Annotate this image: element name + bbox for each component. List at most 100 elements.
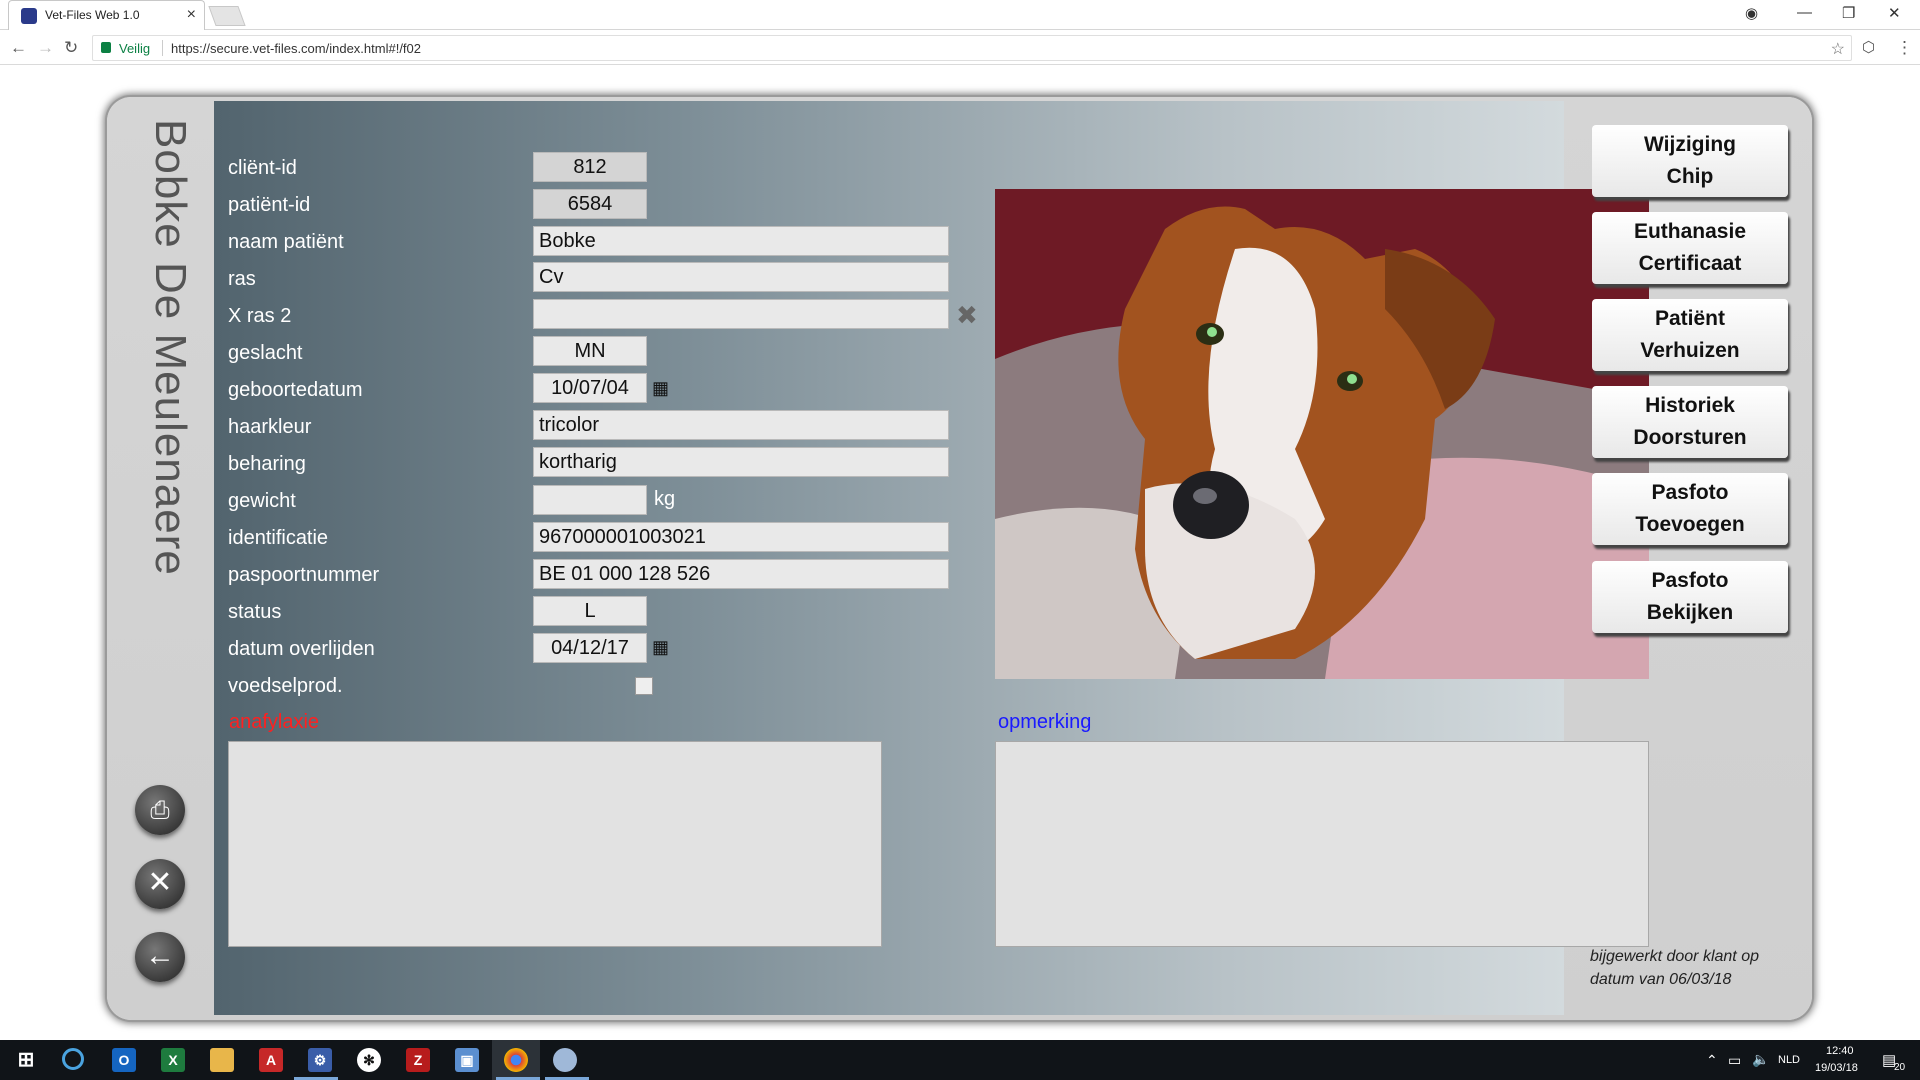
change-chip-line2: Chip	[1666, 165, 1714, 188]
restore-icon[interactable]: ❐	[1842, 4, 1855, 22]
forward-icon[interactable]: →	[37, 38, 54, 58]
updated-note: bijgewerkt door klant op datum van 06/03…	[1590, 948, 1759, 988]
address-bar[interactable]: Veilig https://secure.vet-files.com/inde…	[92, 35, 1852, 61]
browser-tabbar: Vet-Files Web 1.0 × ◉ — ❐ ✕	[0, 0, 1920, 30]
forward-history-button[interactable]: Historiek Doorsturen	[1592, 386, 1788, 458]
hair-color-input[interactable]: tricolor	[533, 410, 949, 440]
death-date-label: datum overlijden	[228, 638, 375, 660]
patient-id-label: patiënt-id	[228, 194, 311, 216]
excel-icon[interactable]: X	[161, 1048, 185, 1072]
add-photo-button[interactable]: Pasfoto Toevoegen	[1592, 473, 1788, 545]
breed2-input[interactable]	[533, 299, 949, 329]
tab-close-icon[interactable]: ×	[187, 6, 196, 24]
access-icon[interactable]: A	[259, 1048, 283, 1072]
hair-color-label: haarkleur	[228, 416, 312, 438]
breed2-label: X ras 2	[228, 305, 292, 327]
action-panel: Wijziging Chip Euthanasie Certificaat Pa…	[1564, 97, 1812, 1020]
address-divider	[162, 40, 163, 56]
windows-taskbar: ⊞ O X A ⚙ ✻ Z ▣ ⌃ ▭ 🔈 NLD 12:40 19/03/18…	[0, 1040, 1920, 1080]
death-date-input[interactable]: 04/12/17	[533, 633, 647, 663]
status-label: status	[228, 601, 282, 623]
remark-textarea[interactable]	[995, 741, 1649, 947]
sex-input[interactable]: MN	[533, 336, 647, 366]
weight-unit: kg	[654, 488, 676, 510]
food-prod-checkbox[interactable]	[635, 677, 653, 695]
death-date-calendar-icon[interactable]: ▦	[652, 638, 670, 656]
cortana-icon[interactable]	[62, 1048, 84, 1070]
printer-button[interactable]: ⎙	[135, 785, 185, 835]
network-icon[interactable]: ▭	[1728, 1052, 1741, 1069]
patient-name-input[interactable]: Bobke	[533, 226, 949, 256]
clear-breed2-icon[interactable]: ✖	[956, 300, 978, 331]
vetfiles-app-icon[interactable]	[553, 1048, 577, 1072]
vetfiles-favicon-icon	[21, 8, 37, 24]
forward-history-line2: Doorsturen	[1633, 426, 1747, 449]
patient-form-panel: cliënt-id patiënt-id naam patiënt ras X …	[214, 101, 1649, 1015]
bookmark-star-icon[interactable]: ☆	[1831, 39, 1845, 59]
reload-icon[interactable]: ↻	[64, 38, 78, 58]
coat-label: beharing	[228, 453, 306, 475]
move-patient-line2: Verhuizen	[1640, 339, 1740, 362]
identification-input[interactable]: 967000001003021	[533, 522, 949, 552]
network-app-icon[interactable]: ⚙	[308, 1048, 332, 1072]
weight-input[interactable]	[533, 485, 647, 515]
windows-start-icon[interactable]: ⊞	[14, 1048, 38, 1072]
filezilla-icon[interactable]: Z	[406, 1048, 430, 1072]
account-icon[interactable]: ◉	[1745, 4, 1758, 22]
client-id-label: cliënt-id	[228, 157, 297, 179]
euthanasia-certificate-button[interactable]: Euthanasie Certificaat	[1592, 212, 1788, 284]
client-id-field: 812	[533, 152, 647, 182]
language-indicator[interactable]: NLD	[1778, 1054, 1800, 1066]
status-input[interactable]: L	[533, 596, 647, 626]
birthdate-input[interactable]: 10/07/04	[533, 373, 647, 403]
change-chip-button[interactable]: Wijziging Chip	[1592, 125, 1788, 197]
birthdate-label: geboortedatum	[228, 379, 363, 401]
close-button[interactable]: ✕	[135, 859, 185, 909]
virtualbox-icon[interactable]: ▣	[455, 1048, 479, 1072]
euthanasia-line1: Euthanasie	[1633, 220, 1747, 243]
birthdate-calendar-icon[interactable]: ▦	[652, 379, 670, 397]
passport-input[interactable]: BE 01 000 128 526	[533, 559, 949, 589]
identification-label: identificatie	[228, 527, 329, 549]
view-photo-line1: Pasfoto	[1651, 569, 1729, 592]
euthanasia-line2: Certificaat	[1638, 252, 1742, 275]
volume-muted-icon[interactable]: 🔈	[1752, 1051, 1769, 1068]
patient-photo	[995, 189, 1649, 679]
move-patient-button[interactable]: Patiënt Verhuizen	[1592, 299, 1788, 371]
remark-label: opmerking	[998, 711, 1092, 733]
window-close-icon[interactable]: ✕	[1888, 4, 1901, 22]
anaphylaxis-textarea[interactable]	[228, 741, 882, 947]
slack-icon[interactable]: ✻	[357, 1048, 381, 1072]
left-rail: Bobke De Meulenaere ⎙ ✕ ←	[107, 97, 214, 1020]
add-photo-line1: Pasfoto	[1651, 481, 1729, 504]
outlook-icon[interactable]: O	[112, 1048, 136, 1072]
clock-time[interactable]: 12:40	[1826, 1045, 1854, 1057]
back-button[interactable]: ←	[135, 932, 185, 982]
breed-input[interactable]: Cv	[533, 262, 949, 292]
weight-label: gewicht	[228, 490, 296, 512]
browser-tab[interactable]: Vet-Files Web 1.0 ×	[8, 0, 205, 30]
browser-menu-icon[interactable]: ⋮	[1896, 38, 1913, 58]
back-arrow-icon: ←	[145, 939, 175, 972]
patient-name-label: naam patiënt	[228, 231, 344, 253]
secure-label: Veilig	[119, 41, 151, 56]
clock-date[interactable]: 19/03/18	[1815, 1062, 1858, 1074]
forward-history-line1: Historiek	[1645, 394, 1735, 417]
url-text[interactable]: https://secure.vet-files.com/index.html#…	[171, 41, 421, 56]
food-prod-label: voedselprod.	[228, 675, 343, 697]
back-icon[interactable]: ←	[10, 38, 27, 58]
dog-photo-image	[995, 189, 1649, 679]
tab-title: Vet-Files Web 1.0	[45, 8, 140, 22]
extension-icon[interactable]: ⬡	[1862, 38, 1875, 56]
minimize-icon[interactable]: —	[1797, 4, 1812, 21]
view-photo-line2: Bekijken	[1646, 601, 1734, 624]
tray-chevron-icon[interactable]: ⌃	[1706, 1052, 1718, 1069]
view-photo-button[interactable]: Pasfoto Bekijken	[1592, 561, 1788, 633]
patient-vertical-name: Bobke De Meulenaere	[146, 119, 195, 576]
file-explorer-icon[interactable]	[210, 1048, 234, 1072]
change-chip-line1: Wijziging	[1644, 133, 1736, 156]
coat-input[interactable]: kortharig	[533, 447, 949, 477]
new-tab-button[interactable]	[208, 6, 246, 26]
chrome-icon[interactable]	[504, 1048, 528, 1072]
anaphylaxis-label: anafylaxie	[229, 711, 320, 733]
